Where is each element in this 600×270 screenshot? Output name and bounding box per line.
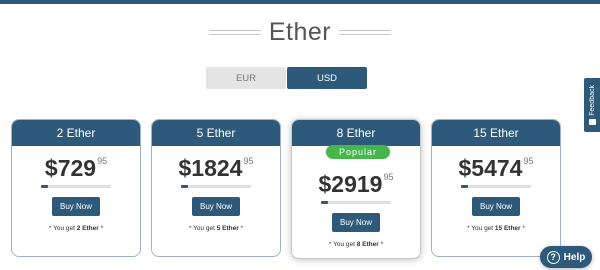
currency-usd-button[interactable]: USD [287, 67, 367, 89]
page-title: Ether [268, 17, 332, 46]
you-get-note: * You get 2 Ether * [12, 225, 140, 232]
you-get-suffix: * [98, 225, 104, 232]
currency-symbol: $ [44, 155, 58, 181]
price-amount: 729 [57, 155, 97, 181]
currency-eur-button[interactable]: EUR [206, 67, 286, 89]
you-get-amount: 8 Ether [356, 241, 379, 248]
you-get-amount: 5 Ether [216, 225, 239, 232]
you-get-suffix: * [238, 225, 244, 232]
you-get-suffix: * [378, 241, 384, 248]
progress-fill [181, 185, 188, 188]
progress-fill [41, 185, 48, 188]
feedback-tab[interactable]: Feedback [584, 78, 600, 132]
currency-symbol: $ [178, 155, 192, 181]
price-cents: 95 [243, 156, 254, 166]
you-get-note: * You get 15 Ether * [432, 225, 560, 232]
price: $ 2919 95 [292, 171, 420, 197]
currency-toggle: EUR USD [206, 67, 367, 89]
progress-fill [461, 185, 468, 188]
card-title: 2 Ether [12, 120, 140, 146]
progress-bar [461, 185, 531, 188]
question-icon: ? [546, 250, 560, 264]
buy-now-button[interactable]: Buy Now [51, 197, 100, 216]
feedback-label: Feedback [588, 85, 596, 116]
price: $ 5474 95 [432, 155, 560, 181]
you-get-suffix: * [520, 225, 525, 232]
progress-bar [321, 201, 391, 204]
you-get-note: * You get 5 Ether * [152, 225, 280, 232]
page-title-block: Ether [0, 14, 600, 50]
price: $ 729 95 [12, 155, 140, 181]
card-title: 8 Ether [292, 120, 420, 146]
price-amount: 1824 [191, 155, 243, 181]
you-get-prefix: * You get [188, 225, 217, 232]
title-divider-right [339, 29, 392, 35]
progress-fill [321, 201, 328, 204]
top-accent-bar [0, 0, 600, 4]
buy-now-button[interactable]: Buy Now [331, 213, 380, 232]
pricing-card-15-ether: 15 Ether $ 5474 95 Buy Now * You get 15 … [431, 119, 561, 257]
popular-badge: Popular [326, 145, 390, 159]
progress-bar [181, 185, 251, 188]
currency-symbol: $ [318, 171, 332, 197]
you-get-prefix: * You get [467, 225, 495, 232]
you-get-prefix: * You get [328, 241, 357, 248]
price-amount: 2919 [331, 171, 383, 197]
feedback-icon [588, 118, 596, 125]
progress-bar [41, 185, 111, 188]
price-cents: 95 [383, 172, 394, 182]
title-divider-left [208, 29, 261, 35]
you-get-note: * You get 8 Ether * [292, 241, 420, 248]
card-title: 5 Ether [152, 120, 280, 146]
price-cents: 95 [97, 156, 108, 166]
help-button[interactable]: ? Help [540, 246, 592, 268]
price-amount: 5474 [471, 155, 523, 181]
you-get-prefix: * You get [48, 225, 77, 232]
currency-symbol: $ [458, 155, 472, 181]
buy-now-button[interactable]: Buy Now [191, 197, 240, 216]
card-title: 15 Ether [432, 120, 560, 146]
pricing-card-8-ether: 8 Ether Popular $ 2919 95 Buy Now * You … [291, 119, 421, 259]
you-get-amount: 15 Ether [494, 225, 521, 232]
pricing-card-5-ether: 5 Ether $ 1824 95 Buy Now * You get 5 Et… [151, 119, 281, 257]
pricing-card-2-ether: 2 Ether $ 729 95 Buy Now * You get 2 Eth… [11, 119, 141, 257]
help-label: Help [563, 251, 586, 263]
you-get-amount: 2 Ether [76, 225, 99, 232]
buy-now-button[interactable]: Buy Now [471, 197, 520, 216]
price: $ 1824 95 [152, 155, 280, 181]
price-cents: 95 [523, 156, 534, 166]
